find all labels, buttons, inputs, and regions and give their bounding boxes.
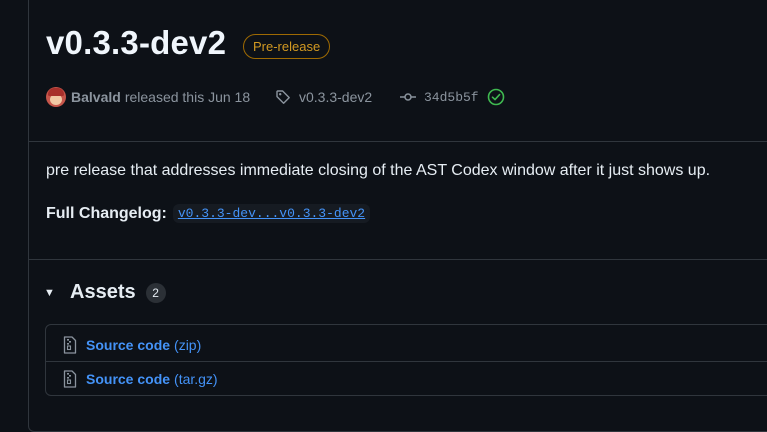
asset-row[interactable]: Source code (zip) — [46, 327, 767, 362]
file-zip-icon — [63, 335, 77, 354]
commit-icon — [400, 93, 416, 101]
check-circle-icon[interactable] — [487, 88, 505, 106]
asset-link[interactable]: Source code — [86, 337, 170, 353]
released-date: released this Jun 18 — [124, 89, 251, 105]
release-tag[interactable]: v0.3.3-dev2 — [275, 86, 372, 108]
assets-list: Source code (zip) Source code (tar.gz) — [45, 324, 767, 396]
divider — [29, 141, 767, 142]
file-zip-icon — [63, 370, 77, 388]
tag-label: v0.3.3-dev2 — [299, 89, 373, 105]
caret-down-icon: ▼ — [44, 286, 55, 299]
release-notes-body: pre release that addresses immediate clo… — [46, 162, 711, 179]
assets-title: Assets — [70, 281, 136, 303]
asset-row[interactable]: Source code (tar.gz) — [46, 361, 767, 396]
release-commit[interactable]: 34d5b5f — [400, 86, 505, 108]
prerelease-badge: Pre-release — [243, 34, 331, 59]
assets-toggle[interactable]: ▼ Assets 2 — [44, 281, 166, 304]
changelog-label: Full Changelog: — [46, 204, 167, 222]
asset-link[interactable]: Source code — [86, 371, 170, 387]
assets-count-badge: 2 — [145, 282, 166, 303]
changelog-compare-link[interactable]: v0.3.3-dev...v0.3.3-dev2 — [172, 204, 371, 223]
author-link[interactable]: Balvald — [71, 89, 121, 105]
avatar[interactable] — [46, 87, 66, 107]
asset-format[interactable]: (zip) — [174, 337, 201, 353]
release-author-meta: Balvald released this Jun 18 — [46, 86, 250, 108]
commit-hash: 34d5b5f — [424, 89, 479, 105]
asset-format[interactable]: (tar.gz) — [174, 371, 218, 387]
full-changelog: Full Changelog: v0.3.3-dev...v0.3.3-dev2 — [46, 204, 371, 223]
tag-icon — [276, 90, 290, 104]
divider — [29, 259, 767, 260]
release-title[interactable]: v0.3.3-dev2 — [46, 24, 226, 62]
